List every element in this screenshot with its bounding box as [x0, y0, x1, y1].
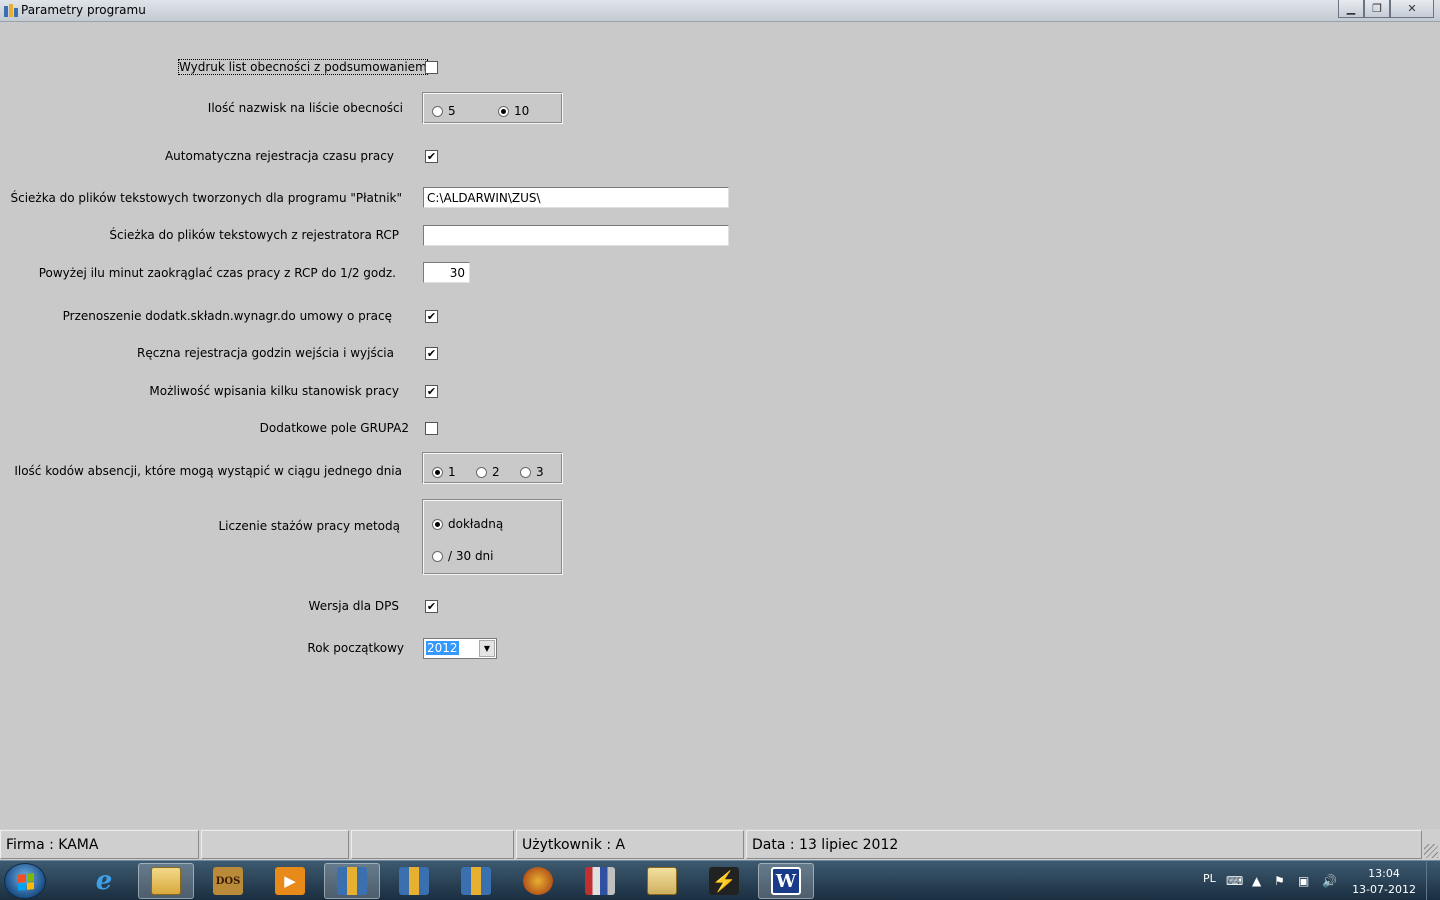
taskbar-program-2[interactable] — [386, 863, 442, 899]
status-user: Użytkownik : A — [516, 830, 744, 859]
keyboard-icon[interactable]: ⌨ — [1226, 874, 1243, 888]
app-icon — [4, 4, 18, 17]
lightning-icon: ⚡ — [709, 867, 739, 895]
window-title: Parametry programu — [21, 3, 146, 17]
title-bar: Parametry programu ▁ ❐ ✕ — [0, 0, 1440, 22]
folder-icon — [647, 867, 677, 895]
multi-position-label: Możliwość wpisania kilku stanowisk pracy — [149, 384, 399, 398]
start-year-label: Rok początkowy — [307, 641, 404, 655]
taskbar-word[interactable]: W — [758, 863, 814, 899]
attendance-print-label[interactable]: Wydruk list obecności z podsumowaniem — [178, 59, 428, 75]
names-count-label: Ilość nazwisk na liście obecności — [207, 101, 403, 115]
archive-icon — [585, 867, 615, 895]
chevron-down-icon[interactable]: ▼ — [479, 640, 495, 657]
program-icon — [461, 867, 491, 895]
seniority-group: dokładną / 30 dni — [423, 500, 563, 575]
absence-codes-label: Ilość kodów absencji, które mogą wystąpi… — [14, 464, 402, 478]
names-count-group: 5 10 — [423, 93, 563, 124]
seniority-label: Liczenie stażów pracy metodą — [218, 519, 400, 533]
dosbox-icon: DOS — [213, 867, 243, 895]
minimize-button[interactable]: ▁ — [1338, 0, 1364, 18]
group2-checkbox[interactable] — [425, 422, 438, 435]
start-year-select[interactable]: 2012 ▼ — [423, 638, 497, 659]
show-hidden-icons-icon[interactable]: ▲ — [1252, 874, 1261, 888]
show-desktop-button[interactable] — [1426, 861, 1440, 900]
attendance-print-checkbox[interactable] — [425, 61, 438, 74]
dps-label: Wersja dla DPS — [308, 599, 399, 613]
volume-icon[interactable]: 🔊 — [1322, 874, 1337, 888]
window-controls: ▁ ❐ ✕ — [1338, 0, 1434, 18]
clock-time: 13:04 — [1368, 867, 1400, 880]
rounding-input[interactable] — [423, 262, 470, 283]
absence-codes-radio-3[interactable]: 3 — [520, 465, 544, 479]
auto-registration-label: Automatyczna rejestracja czasu pracy — [164, 149, 394, 163]
rounding-label: Powyżej ilu minut zaokrąglać czas pracy … — [38, 266, 396, 280]
status-panel-3 — [351, 830, 514, 859]
taskbar-archive-app[interactable] — [572, 863, 628, 899]
taskbar-program-3[interactable] — [448, 863, 504, 899]
start-button[interactable] — [4, 863, 46, 899]
taskbar-file-explorer[interactable] — [138, 863, 194, 899]
status-company: Firma : KAMA — [0, 830, 199, 859]
rcp-path-label: Ścieżka do plików tekstowych z rejestrat… — [109, 228, 399, 242]
taskbar-internet-explorer[interactable]: e — [76, 863, 132, 899]
program-icon — [399, 867, 429, 895]
transfer-checkbox[interactable]: ✔ — [425, 310, 438, 323]
taskbar-program-1[interactable] — [324, 863, 380, 899]
clock-date: 13-07-2012 — [1352, 883, 1416, 896]
close-button[interactable]: ✕ — [1390, 0, 1434, 18]
system-tray: PL ⌨ ▲ ⚑ ▣ 🔊 13:04 13-07-2012 — [1170, 861, 1440, 900]
seniority-radio-exact[interactable]: dokładną — [432, 517, 503, 531]
windows-logo-icon — [18, 873, 34, 891]
dps-checkbox[interactable]: ✔ — [425, 600, 438, 613]
resize-grip-icon[interactable] — [1424, 844, 1438, 858]
manual-registration-checkbox[interactable]: ✔ — [425, 347, 438, 360]
start-year-value: 2012 — [426, 641, 459, 655]
platnik-path-label: Ścieżka do plików tekstowych tworzonych … — [10, 191, 402, 205]
absence-codes-radio-1[interactable]: 1 — [432, 465, 456, 479]
absence-codes-radio-2[interactable]: 2 — [476, 465, 500, 479]
taskbar-media-player[interactable]: ▶ — [262, 863, 318, 899]
action-center-flag-icon[interactable]: ⚑ — [1274, 874, 1285, 888]
multi-position-checkbox[interactable]: ✔ — [425, 385, 438, 398]
word-icon: W — [771, 867, 801, 895]
group2-label: Dodatkowe pole GRUPA2 — [259, 421, 409, 435]
taskbar-helmet-app[interactable] — [510, 863, 566, 899]
media-player-icon: ▶ — [275, 867, 305, 895]
taskbar-winamp-app[interactable]: ⚡ — [696, 863, 752, 899]
status-bar: Firma : KAMA Użytkownik : A Data : 13 li… — [0, 829, 1440, 860]
rcp-path-input[interactable] — [423, 225, 729, 246]
transfer-label: Przenoszenie dodatk.składn.wynagr.do umo… — [62, 309, 392, 323]
program-icon — [337, 867, 367, 895]
language-indicator[interactable]: PL — [1203, 872, 1216, 885]
clock[interactable]: 13:04 13-07-2012 — [1352, 866, 1416, 898]
auto-registration-checkbox[interactable]: ✔ — [425, 150, 438, 163]
network-icon[interactable]: ▣ — [1298, 874, 1309, 888]
taskbar-folder-app[interactable] — [634, 863, 690, 899]
names-count-radio-5[interactable]: 5 — [432, 104, 456, 118]
platnik-path-input[interactable] — [423, 187, 729, 208]
manual-registration-label: Ręczna rejestracja godzin wejścia i wyjś… — [137, 346, 394, 360]
absence-codes-group: 1 2 3 — [423, 453, 563, 484]
folder-icon — [151, 867, 181, 895]
helmet-icon — [523, 867, 553, 895]
seniority-radio-30days[interactable]: / 30 dni — [432, 549, 494, 563]
internet-explorer-icon: e — [95, 866, 113, 896]
maximize-button[interactable]: ❐ — [1364, 0, 1390, 18]
status-panel-2 — [201, 830, 349, 859]
status-date: Data : 13 lipiec 2012 — [746, 830, 1422, 859]
names-count-radio-10[interactable]: 10 — [498, 104, 529, 118]
taskbar-dosbox[interactable]: DOS — [200, 863, 256, 899]
taskbar: e DOS ▶ ⚡ W PL ⌨ ▲ ⚑ ▣ 🔊 13:04 13-07-201… — [0, 860, 1440, 900]
